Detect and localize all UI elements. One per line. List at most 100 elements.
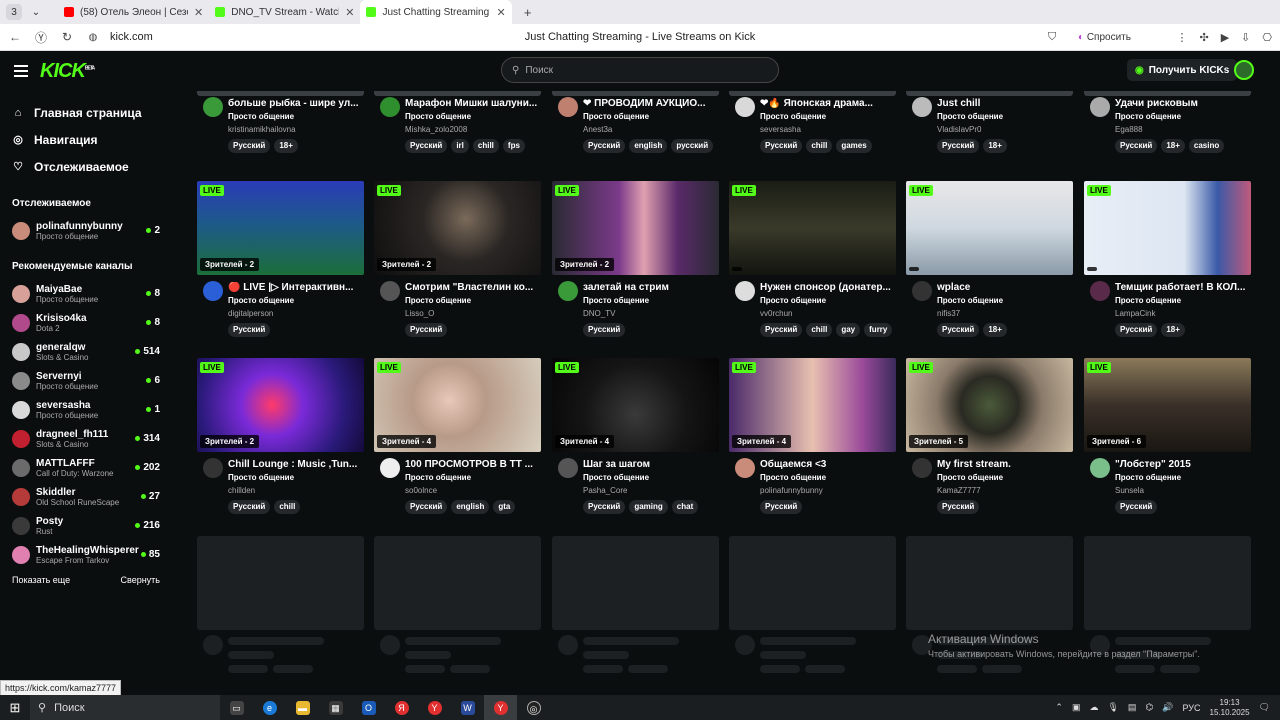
sidebar-channel[interactable]: Krisiso4ka Dota 2 8 [0,308,172,337]
stream-title[interactable]: Шаг за шагом [583,459,717,470]
sidebar-channel[interactable]: MATTLAFFF Call of Duty: Warzone 202 [0,453,172,482]
avatar[interactable] [558,458,578,478]
avatar[interactable] [1090,97,1110,117]
stream-category[interactable]: Просто общение [760,473,826,482]
stream-thumbnail[interactable]: LIVE [906,181,1073,275]
stream-title[interactable]: Chill Lounge : Music ,Tun... [228,459,362,470]
stream-title[interactable]: 🔴 LIVE |▷ Интерактивн... [228,282,362,293]
stream-category[interactable]: Просто общение [1115,112,1181,121]
collapse-button[interactable]: Свернуть [121,575,160,585]
tag-chip[interactable]: games [836,139,872,153]
tag-chip[interactable]: casino [1188,139,1225,153]
streamer-name[interactable]: Lisso_O [405,309,434,318]
avatar[interactable] [912,458,932,478]
profile-icon[interactable]: ⎔ [1262,31,1272,44]
close-icon[interactable]: ✕ [194,6,203,19]
stream-title[interactable]: ❤🔥 Японская драма... [760,98,894,109]
nav-home[interactable]: ⌂ Главная страница [0,99,172,126]
yandex-icon[interactable]: Y [418,695,451,720]
streamer-name[interactable]: Pasha_Core [583,486,627,495]
yandex-browser-icon[interactable]: Я [385,695,418,720]
avatar[interactable] [380,281,400,301]
stream-card[interactable]: LIVE Зрителей - 6 "Лобстер" 2015 Просто … [1084,358,1251,522]
stream-card[interactable]: LIVE Зрителей - 5 My first stream. Прост… [906,358,1073,522]
stream-title[interactable]: wplace [937,282,1071,293]
word-icon[interactable]: W [451,695,484,720]
tag-chip[interactable]: Русский [583,500,626,514]
tag-chip[interactable]: 18+ [274,139,298,153]
stream-thumbnail[interactable]: LIVE Зрителей - 2 [552,181,719,275]
outlook-icon[interactable]: O [352,695,385,720]
stream-title[interactable]: Нужен спонсор (донатер... [760,282,894,293]
stream-thumbnail[interactable]: LIVE Зрителей - 2 [197,358,364,452]
tag-chip[interactable]: Русский [1115,500,1158,514]
stream-thumbnail[interactable]: LIVE Зрителей - 4 [552,358,719,452]
avatar[interactable] [735,97,755,117]
stream-category[interactable]: Просто общение [1115,473,1181,482]
tag-chip[interactable]: gay [836,323,861,337]
avatar[interactable] [912,97,932,117]
yandex-icon[interactable]: Ⓨ [30,29,52,46]
avatar[interactable] [735,458,755,478]
sidebar-channel[interactable]: Skiddler Old School RuneScape 27 [0,482,172,511]
browser-tab[interactable]: DNO_TV Stream - Watch l ✕ [209,0,360,24]
sidebar-channel[interactable]: MaiyaBae Просто общение 8 [0,279,172,308]
tag-chip[interactable]: Русский [937,323,980,337]
stream-thumbnail[interactable]: LIVE [729,181,896,275]
tag-chip[interactable]: chill [806,139,833,153]
stream-category[interactable]: Просто общение [937,473,1003,482]
avatar[interactable] [203,281,223,301]
sidebar-channel[interactable]: TheHealingWhisperer Escape From Tarkov 8… [0,540,172,569]
stream-card[interactable]: LIVE wplace Просто общение nifis37 Русск… [906,181,1073,345]
tag-chip[interactable]: furry [864,323,893,337]
streamer-name[interactable]: kristinamikhailovna [228,125,296,134]
stream-title[interactable]: Темщик работает! В КОЛ... [1115,282,1249,293]
stream-title[interactable]: Удачи рисковым [1115,98,1249,109]
stream-category[interactable]: Просто общение [583,473,649,482]
tag-chip[interactable]: 18+ [1161,139,1185,153]
tag-chip[interactable]: irl [451,139,469,153]
stream-category[interactable]: Просто общение [228,473,294,482]
tag-chip[interactable]: Русский [583,139,626,153]
downloads-icon[interactable]: ⇩ [1241,31,1250,44]
tag-chip[interactable]: Русский [937,139,980,153]
volume-icon[interactable]: 🔊 [1162,702,1173,713]
stream-title[interactable]: больше рыбка - шире ул... [228,98,362,109]
tag-chip[interactable]: Русский [760,500,803,514]
stream-category[interactable]: Просто общение [937,112,1003,121]
stream-category[interactable]: Просто общение [760,112,826,121]
more-icon[interactable]: ⋮ [1176,31,1187,44]
avatar[interactable] [558,97,578,117]
stream-category[interactable]: Просто общение [760,296,826,305]
stream-card[interactable]: LIVE Зрителей - 2 Chill Lounge : Music ,… [197,358,364,522]
taskbar-search[interactable]: ⚲ Поиск [30,695,220,720]
tag-chip[interactable]: 18+ [983,323,1007,337]
streamer-name[interactable]: nifis37 [937,309,960,318]
get-kicks-button[interactable]: ◉ Получить KICKs [1127,59,1238,81]
tag-chip[interactable]: chill [274,500,301,514]
streamer-name[interactable]: LampaCink [1115,309,1155,318]
stream-category[interactable]: Просто общение [228,112,294,121]
stream-title[interactable]: ❤ ПРОВОДИМ АУКЦИО... [583,98,717,109]
stream-title[interactable]: 100 ПРОСМОТРОВ В ТТ ... [405,459,539,470]
url-field[interactable]: kick.com [110,31,153,43]
avatar[interactable] [1090,281,1110,301]
tag-chip[interactable]: chill [806,323,833,337]
user-avatar[interactable] [1234,60,1254,80]
streamer-name[interactable]: VladislavPr0 [937,125,981,134]
microphone-icon[interactable]: 🎙 [1107,702,1118,713]
stream-thumbnail[interactable]: LIVE Зрителей - 2 [374,181,541,275]
streamer-name[interactable]: KamaZ7777 [937,486,981,495]
stream-title[interactable]: My first stream. [937,459,1071,470]
streamer-name[interactable]: Ega888 [1115,125,1143,134]
stream-category[interactable]: Просто общение [405,112,471,121]
stream-thumbnail[interactable]: LIVE Зрителей - 6 [1084,358,1251,452]
streamer-name[interactable]: seversasha [760,125,801,134]
extensions-icon[interactable]: ✣ [1199,31,1208,44]
close-icon[interactable]: ✕ [345,6,354,19]
edge-icon[interactable]: e [253,695,286,720]
stream-card[interactable]: LIVE Зрителей - 4 Общаемся <3 Просто общ… [729,358,896,522]
stream-thumbnail[interactable]: LIVE Зрителей - 5 [906,358,1073,452]
tag-chip[interactable]: Русский [760,139,803,153]
search-input[interactable]: ⚲ Поиск [501,57,779,83]
